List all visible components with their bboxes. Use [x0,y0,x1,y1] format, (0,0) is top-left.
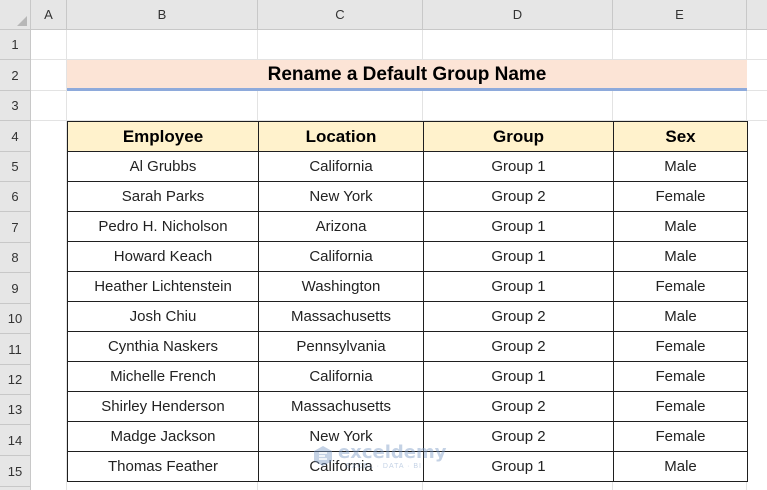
table-row: Madge Jackson New York Group 2 Female [67,421,748,452]
table-row: Pedro H. Nicholson Arizona Group 1 Male [67,211,748,242]
cell-location[interactable]: Washington [258,271,424,302]
cell-sex[interactable]: Female [613,421,748,452]
row-header-4[interactable]: 4 [0,121,31,152]
cell-group[interactable]: Group 1 [423,361,614,392]
row-header-13[interactable]: 13 [0,395,31,425]
row-header-2[interactable]: 2 [0,60,31,91]
cell-location[interactable]: Massachusetts [258,301,424,332]
cell-location[interactable]: New York [258,181,424,212]
cell-location[interactable]: Arizona [258,211,424,242]
row-header-10[interactable]: 10 [0,304,31,334]
cell-employee[interactable]: Cynthia Naskers [67,331,259,362]
row-header-6[interactable]: 6 [0,182,31,212]
cell-employee[interactable]: Pedro H. Nicholson [67,211,259,242]
cell-group[interactable]: Group 1 [423,241,614,272]
select-all-triangle-icon [17,16,27,26]
cell-sex[interactable]: Male [613,211,748,242]
table-row: Al Grubbs California Group 1 Male [67,151,748,182]
cell-group[interactable]: Group 2 [423,331,614,362]
table-row: Michelle French California Group 1 Femal… [67,361,748,392]
cell-location[interactable]: California [258,151,424,182]
select-all-corner[interactable] [0,0,31,30]
cell-sex[interactable]: Male [613,451,748,482]
column-header-next[interactable] [747,0,767,30]
cell-sex[interactable]: Male [613,301,748,332]
cell-group[interactable]: Group 1 [423,211,614,242]
row-header-8[interactable]: 8 [0,243,31,273]
cell-employee[interactable]: Josh Chiu [67,301,259,332]
cell-employee[interactable]: Michelle French [67,361,259,392]
table-row: Josh Chiu Massachusetts Group 2 Male [67,301,748,332]
cell-employee[interactable]: Sarah Parks [67,181,259,212]
header-cell-group[interactable]: Group [423,121,614,152]
sheet-title[interactable]: Rename a Default Group Name [67,60,747,88]
column-header-b[interactable]: B [67,0,258,30]
cell-group[interactable]: Group 1 [423,451,614,482]
row-header-12[interactable]: 12 [0,365,31,395]
cell-employee[interactable]: Al Grubbs [67,151,259,182]
cell-location[interactable]: California [258,451,424,482]
row-header-7[interactable]: 7 [0,212,31,243]
cell-employee[interactable]: Heather Lichtenstein [67,271,259,302]
row-header-15[interactable]: 15 [0,456,31,487]
title-underline [67,88,747,91]
table-row: Shirley Henderson Massachusetts Group 2 … [67,391,748,422]
header-cell-employee[interactable]: Employee [67,121,259,152]
cell-location[interactable]: Pennsylvania [258,331,424,362]
cell-sex[interactable]: Female [613,181,748,212]
row-header-3[interactable]: 3 [0,91,31,121]
cell-location[interactable]: California [258,241,424,272]
column-header-e[interactable]: E [613,0,747,30]
column-header-a[interactable]: A [31,0,67,30]
table-row: Thomas Feather California Group 1 Male [67,451,748,482]
employee-table: Employee Location Group Sex Al Grubbs Ca… [67,121,748,482]
cell-group[interactable]: Group 1 [423,151,614,182]
cell-employee[interactable]: Madge Jackson [67,421,259,452]
cell-sex[interactable]: Female [613,391,748,422]
cell-group[interactable]: Group 2 [423,421,614,452]
table-row: Heather Lichtenstein Washington Group 1 … [67,271,748,302]
cell-sex[interactable]: Male [613,151,748,182]
cell-location[interactable]: Massachusetts [258,391,424,422]
table-row: Howard Keach California Group 1 Male [67,241,748,272]
cell-group[interactable]: Group 2 [423,181,614,212]
cell-employee[interactable]: Thomas Feather [67,451,259,482]
cell-sex[interactable]: Female [613,361,748,392]
cell-location[interactable]: New York [258,421,424,452]
header-cell-location[interactable]: Location [258,121,424,152]
row-header-14[interactable]: 14 [0,425,31,456]
cell-group[interactable]: Group 1 [423,271,614,302]
cell-group[interactable]: Group 2 [423,391,614,422]
table-row: Cynthia Naskers Pennsylvania Group 2 Fem… [67,331,748,362]
column-header-c[interactable]: C [258,0,423,30]
column-header-d[interactable]: D [423,0,613,30]
cell-employee[interactable]: Shirley Henderson [67,391,259,422]
table-row: Sarah Parks New York Group 2 Female [67,181,748,212]
row-header-5[interactable]: 5 [0,152,31,182]
cell-group[interactable]: Group 2 [423,301,614,332]
cell-employee[interactable]: Howard Keach [67,241,259,272]
row-header-9[interactable]: 9 [0,273,31,304]
cell-location[interactable]: California [258,361,424,392]
cell-sex[interactable]: Female [613,331,748,362]
row-header-1[interactable]: 1 [0,30,31,60]
table-header-row: Employee Location Group Sex [67,121,748,152]
cell-sex[interactable]: Male [613,241,748,272]
header-cell-sex[interactable]: Sex [613,121,748,152]
row-header-11[interactable]: 11 [0,334,31,365]
cell-sex[interactable]: Female [613,271,748,302]
